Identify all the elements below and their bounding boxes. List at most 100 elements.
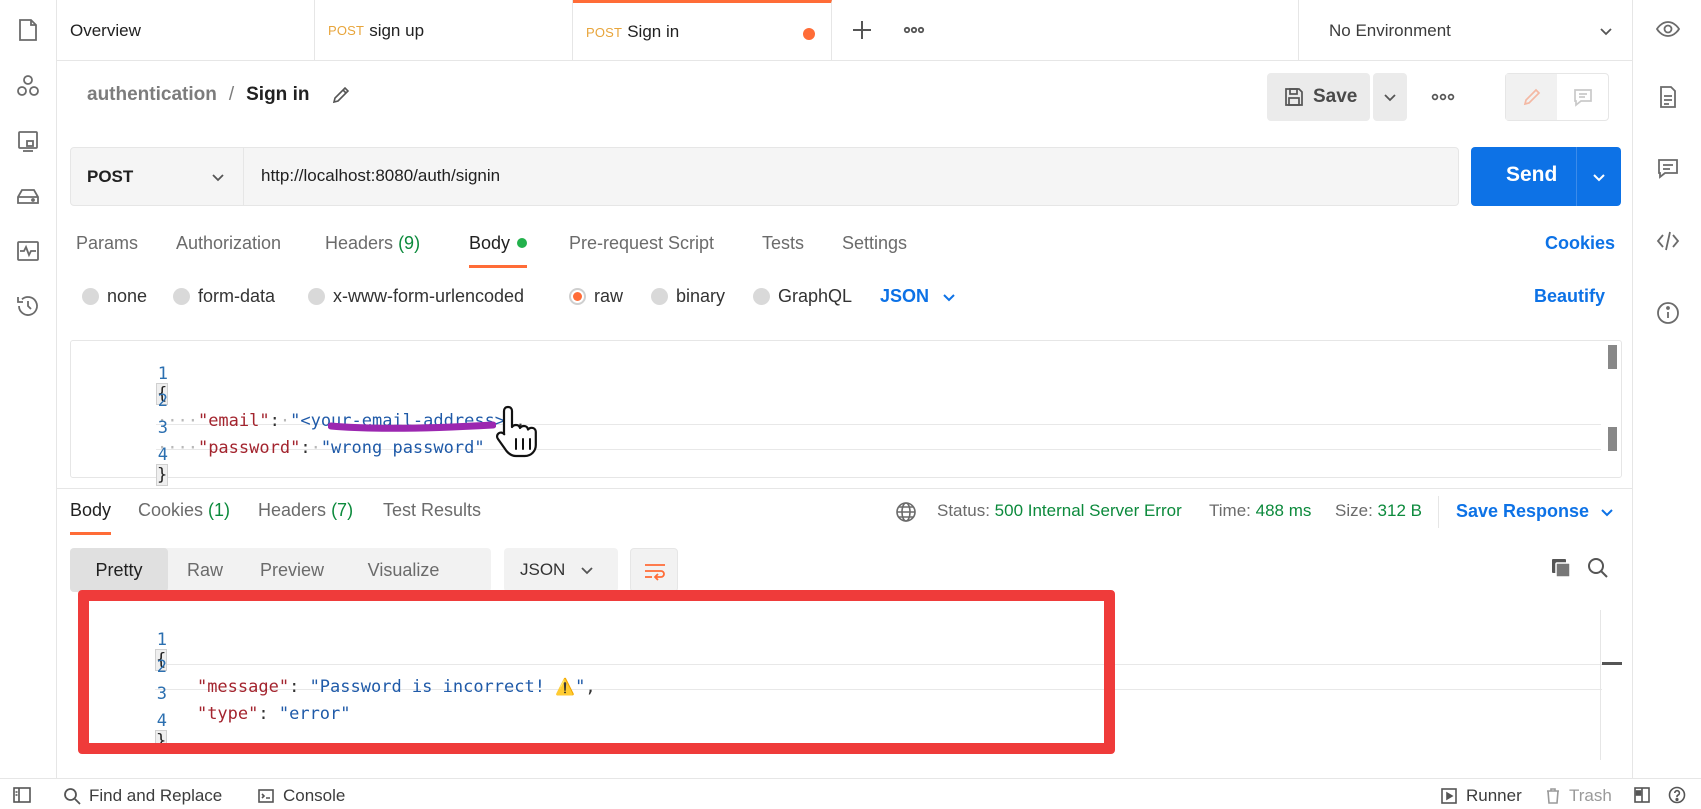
request-body-editor[interactable]: 1 { 2 ····"email":·"<your-email-address>… — [70, 340, 1622, 486]
more-actions-icon[interactable] — [1430, 86, 1456, 108]
body-indicator-dot — [517, 238, 528, 248]
tab-label: sign up — [369, 20, 425, 40]
trash-button[interactable]: Trash — [1545, 786, 1612, 806]
view-visualize-button[interactable]: Visualize — [342, 548, 465, 592]
comment-icon — [1573, 89, 1592, 107]
line-number: 4 — [157, 445, 168, 465]
console-button[interactable]: Console — [257, 786, 345, 806]
mock-servers-icon[interactable] — [15, 183, 41, 209]
cookies-link[interactable]: Cookies — [1545, 233, 1615, 254]
radio-circle — [82, 288, 99, 305]
tab-sign-up[interactable]: POST sign up — [315, 0, 573, 61]
radio-none[interactable]: none — [82, 286, 147, 307]
method-select[interactable]: POST — [71, 148, 244, 205]
radio-form-data[interactable]: form-data — [173, 286, 275, 307]
response-scrollbar[interactable] — [1600, 610, 1622, 760]
url-input[interactable]: http://localhost:8080/auth/signin — [261, 166, 500, 186]
beautify-link[interactable]: Beautify — [1534, 286, 1605, 307]
tab-label: Body — [70, 500, 112, 520]
search-icon[interactable] — [1586, 556, 1610, 580]
find-and-replace-button[interactable]: Find and Replace — [63, 786, 222, 806]
comments-icon[interactable] — [1655, 156, 1681, 182]
view-label: Visualize — [367, 559, 440, 580]
eye-icon[interactable] — [1655, 16, 1681, 42]
documentation-icon[interactable] — [1655, 84, 1681, 110]
pencil-icon[interactable] — [331, 85, 351, 105]
tab-settings[interactable]: Settings — [842, 233, 907, 254]
tab-method: POST — [586, 24, 623, 40]
radio-graphql[interactable]: GraphQL — [753, 286, 852, 307]
comment-mode-button[interactable] — [1557, 74, 1608, 120]
wrap-lines-icon — [645, 564, 665, 581]
tab-authorization[interactable]: Authorization — [176, 233, 281, 254]
code-line: 4 } — [71, 425, 169, 486]
save-options-button[interactable] — [1373, 73, 1407, 121]
chevron-down-icon[interactable] — [1590, 168, 1608, 186]
tab-overview[interactable]: Overview — [57, 0, 315, 61]
globe-icon[interactable] — [894, 500, 918, 524]
unsaved-dot — [803, 28, 815, 40]
code-text: } — [155, 464, 169, 486]
help-icon[interactable] — [1668, 786, 1686, 804]
info-icon[interactable] — [1655, 300, 1681, 326]
mode-toggle-group — [1505, 73, 1609, 121]
response-tab-cookies[interactable]: Cookies (1) — [138, 500, 230, 521]
response-tab-test-results[interactable]: Test Results — [383, 500, 481, 521]
edit-mode-button[interactable] — [1506, 74, 1557, 120]
red-highlight-box-annotation — [78, 590, 1115, 754]
collections-icon[interactable] — [15, 17, 41, 43]
code-icon[interactable] — [1655, 228, 1681, 254]
monitors-icon[interactable] — [15, 238, 41, 264]
view-label: Preview — [259, 559, 325, 580]
tab-headers[interactable]: Headers (9) — [325, 233, 420, 254]
chevron-down-icon — [212, 174, 224, 182]
breadcrumb-collection[interactable]: authentication — [87, 84, 217, 106]
wrap-lines-button[interactable] — [630, 548, 678, 592]
tab-tests[interactable]: Tests — [762, 233, 804, 254]
response-view-modes: Pretty Raw Preview Visualize — [70, 548, 491, 592]
response-status[interactable]: Status: 500 Internal Server Error — [937, 501, 1182, 521]
two-pane-view-icon[interactable] — [1633, 786, 1651, 804]
radio-raw[interactable]: raw — [569, 286, 623, 307]
runner-button[interactable]: Runner — [1440, 786, 1522, 806]
send-divider — [1576, 147, 1577, 206]
response-tab-headers[interactable]: Headers (7) — [258, 500, 353, 521]
chevron-down-icon — [1597, 22, 1615, 40]
scrollbar-thumb[interactable] — [1608, 427, 1617, 451]
toggle-sidebar-icon[interactable] — [12, 786, 32, 804]
scrollbar-thumb[interactable] — [1602, 662, 1622, 665]
response-time[interactable]: Time: 488 ms — [1209, 501, 1311, 521]
more-tabs-icon[interactable] — [902, 18, 926, 42]
left-sidebar — [0, 0, 57, 778]
response-format-select[interactable]: JSON — [504, 548, 618, 592]
tab-body[interactable]: Body — [469, 233, 528, 268]
save-button[interactable]: Save — [1267, 73, 1370, 121]
response-tab-body[interactable]: Body — [70, 500, 112, 535]
environment-selector[interactable]: No Environment — [1298, 0, 1631, 61]
save-response-button[interactable]: Save Response — [1456, 501, 1615, 522]
tab-sign-in[interactable]: POST Sign in — [573, 0, 832, 61]
time-value: 488 ms — [1255, 501, 1312, 520]
radio-x-www-form-urlencoded[interactable]: x-www-form-urlencoded — [308, 286, 524, 307]
scrollbar-thumb[interactable] — [1608, 345, 1617, 369]
copy-icon[interactable] — [1549, 556, 1573, 580]
history-icon[interactable] — [15, 293, 41, 319]
radio-binary[interactable]: binary — [651, 286, 725, 307]
view-preview-button[interactable]: Preview — [242, 548, 342, 592]
tab-params[interactable]: Params — [76, 233, 138, 254]
view-pretty-button[interactable]: Pretty — [70, 548, 168, 592]
radio-label: GraphQL — [778, 286, 853, 306]
tab-pre-request-script[interactable]: Pre-request Script — [569, 233, 714, 254]
view-label: Raw — [186, 559, 223, 580]
apis-icon[interactable] — [15, 73, 41, 99]
new-tab-plus-icon[interactable] — [850, 18, 874, 42]
environments-icon[interactable] — [15, 128, 41, 154]
response-size[interactable]: Size: 312 B — [1335, 501, 1422, 521]
radio-circle — [173, 288, 190, 305]
send-button[interactable]: Send — [1471, 147, 1621, 206]
tab-label: Overview — [70, 20, 141, 40]
body-format-select[interactable]: JSON — [880, 286, 957, 307]
tab-label: Test Results — [383, 500, 482, 520]
tab-label: Headers — [325, 233, 394, 253]
view-raw-button[interactable]: Raw — [168, 548, 242, 592]
